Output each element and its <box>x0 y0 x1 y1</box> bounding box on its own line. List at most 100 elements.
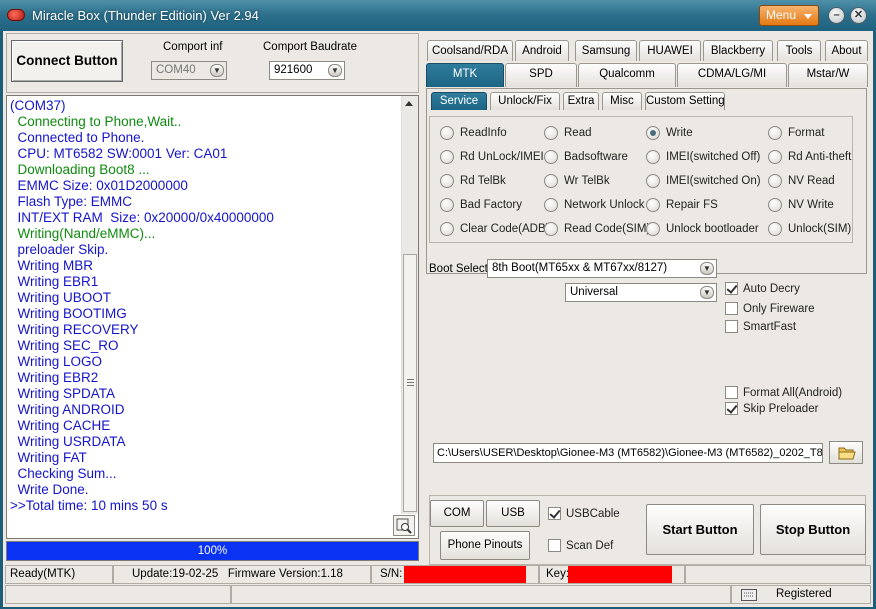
radio-dot <box>768 150 782 164</box>
radio-label: Unlock(SIM) <box>788 223 852 235</box>
log-scrollbar[interactable] <box>401 96 418 514</box>
log-line: Writing(Nand/eMMC)... <box>10 226 156 241</box>
grip-icon <box>407 379 414 387</box>
radio-repair-fs[interactable]: Repair FS <box>646 197 718 213</box>
connect-button[interactable]: Connect Button <box>11 40 123 82</box>
log-line: Writing USRDATA <box>10 434 126 449</box>
tab-qualcomm[interactable]: Qualcomm <box>578 63 676 87</box>
log-line: Writing BOOTIMG <box>10 306 127 321</box>
log-line: Connected to Phone. <box>10 130 145 145</box>
checkbox-box <box>725 282 738 295</box>
mode-select[interactable]: Universal ▼ <box>565 283 717 302</box>
chevron-down-icon <box>804 14 812 19</box>
checkbox-box <box>725 402 738 415</box>
tab-blackberry[interactable]: Blackberry <box>703 40 773 61</box>
radio-write[interactable]: Write <box>646 125 693 141</box>
tab-tools[interactable]: Tools <box>777 40 821 61</box>
tab-spd[interactable]: SPD <box>505 63 577 87</box>
subtab-extra[interactable]: Extra <box>563 92 599 110</box>
subtab-misc[interactable]: Misc <box>602 92 642 110</box>
radio-label: Format <box>788 127 825 139</box>
radio-unlock-bootloader[interactable]: Unlock bootloader <box>646 221 759 237</box>
com-scan-button[interactable]: COM Scan <box>430 500 484 544</box>
tab-cdma-lg-mi[interactable]: CDMA/LG/MI <box>677 63 787 87</box>
radio-rd-anti-theft[interactable]: Rd Anti-theft <box>768 149 851 165</box>
log-line: preloader Skip. <box>10 242 109 257</box>
only-fireware-checkbox[interactable]: Only Fireware <box>725 302 815 315</box>
tab-mstar-w[interactable]: Mstar/W <box>788 63 868 87</box>
tab-samsung[interactable]: Samsung <box>575 40 637 61</box>
boot-select[interactable]: 8th Boot(MT65xx & MT67xx/8127) ▼ <box>487 259 717 278</box>
status-update: Update:19-02-25 <box>132 568 219 580</box>
minimize-button[interactable]: – <box>828 7 845 24</box>
log-line: Writing FAT <box>10 450 87 465</box>
tab-android[interactable]: Android <box>515 40 569 61</box>
subtab-custom-setting[interactable]: Custom Setting <box>645 92 725 110</box>
comport-select[interactable]: COM40 ▼ <box>151 61 227 80</box>
radio-dot <box>544 222 558 236</box>
radio-read[interactable]: Read <box>544 125 592 141</box>
menu-button[interactable]: Menu <box>759 5 819 26</box>
radio-clear-code-adb[interactable]: Clear Code(ADB) <box>440 221 549 237</box>
auto-decry-checkbox[interactable]: Auto Decry <box>725 282 800 295</box>
log-line: Writing EBR1 <box>10 274 99 289</box>
subtab-unlock-fix[interactable]: Unlock/Fix <box>490 92 560 110</box>
radio-readinfo[interactable]: ReadInfo <box>440 125 507 141</box>
radio-imei-switched-on[interactable]: IMEI(switched On) <box>646 173 761 189</box>
log-line: Writing EBR2 <box>10 370 99 385</box>
firmware-path-field[interactable]: C:\Users\USER\Desktop\Gionee-M3 (MT6582)… <box>433 443 823 463</box>
log-line: Writing ANDROID <box>10 402 125 417</box>
client-area: Connect Button Comport inf COM40 ▼ Compo… <box>3 31 873 607</box>
subtab-service[interactable]: Service <box>431 92 487 110</box>
radio-label: Network Unlock <box>564 199 645 211</box>
checkbox-label: Format All(Android) <box>743 386 843 399</box>
format-all-checkbox[interactable]: Format All(Android) <box>725 386 842 399</box>
radio-wr-telbk[interactable]: Wr TelBk <box>544 173 610 189</box>
radio-format[interactable]: Format <box>768 125 824 141</box>
stop-button[interactable]: Stop Button <box>760 504 866 555</box>
radio-unlock-sim[interactable]: Unlock(SIM) <box>768 221 851 237</box>
radio-label: Rd TelBk <box>460 175 506 187</box>
scroll-up-icon[interactable] <box>405 101 413 106</box>
start-button[interactable]: Start Button <box>646 504 754 555</box>
close-button[interactable]: ✕ <box>850 7 867 24</box>
log-line: Flash Type: EMMC <box>10 194 133 209</box>
log-line: EMMC Size: 0x01D2000000 <box>10 178 188 193</box>
radio-network-unlock[interactable]: Network Unlock <box>544 197 645 213</box>
tab-about[interactable]: About <box>825 40 868 61</box>
radio-bad-factory[interactable]: Bad Factory <box>440 197 522 213</box>
scroll-thumb[interactable] <box>403 254 417 512</box>
folder-open-button[interactable] <box>829 441 863 464</box>
menu-label: Menu <box>766 8 797 22</box>
phone-pinouts-button[interactable]: Phone Pinouts <box>440 531 530 560</box>
smartfast-checkbox[interactable]: SmartFast <box>725 320 796 333</box>
log-line: Writing MBR <box>10 258 94 273</box>
radio-label: Clear Code(ADB) <box>460 223 550 235</box>
skip-preloader-checkbox[interactable]: Skip Preloader <box>725 402 818 415</box>
progress-bar: 100% <box>6 541 419 561</box>
usb-cable-checkbox[interactable]: USBCable <box>548 507 620 520</box>
log-console[interactable]: (COM37) Connecting to Phone,Wait.. Conne… <box>6 95 419 539</box>
radio-nv-write[interactable]: NV Write <box>768 197 834 213</box>
log-line: Connecting to Phone,Wait.. <box>10 114 182 129</box>
tab-coolsand-rda[interactable]: Coolsand/RDA <box>427 40 513 61</box>
log-line: Writing LOGO <box>10 354 103 369</box>
radio-label: Read <box>564 127 592 139</box>
tab-huawei[interactable]: HUAWEI <box>639 40 701 61</box>
baud-label: Comport Baudrate <box>263 41 357 53</box>
radio-read-code-sim[interactable]: Read Code(SIM) <box>544 221 650 237</box>
progress-label: 100% <box>197 545 228 557</box>
usb-scan-button[interactable]: USB Scan <box>486 500 540 544</box>
radio-rd-telbk[interactable]: Rd TelBk <box>440 173 506 189</box>
zoom-icon[interactable] <box>393 515 415 536</box>
scan-def-checkbox[interactable]: Scan Def <box>548 539 613 552</box>
baud-select[interactable]: 921600 ▼ <box>269 61 345 80</box>
radio-nv-read[interactable]: NV Read <box>768 173 835 189</box>
radio-dot <box>646 150 660 164</box>
radio-dot <box>544 126 558 140</box>
tab-mtk[interactable]: MTK <box>426 63 504 87</box>
radio-imei-switched-off[interactable]: IMEI(switched Off) <box>646 149 760 165</box>
radio-badsoftware[interactable]: Badsoftware <box>544 149 628 165</box>
checkbox-box <box>725 302 738 315</box>
radio-rd-unlock-imei[interactable]: Rd UnLock/IMEI <box>440 149 544 165</box>
